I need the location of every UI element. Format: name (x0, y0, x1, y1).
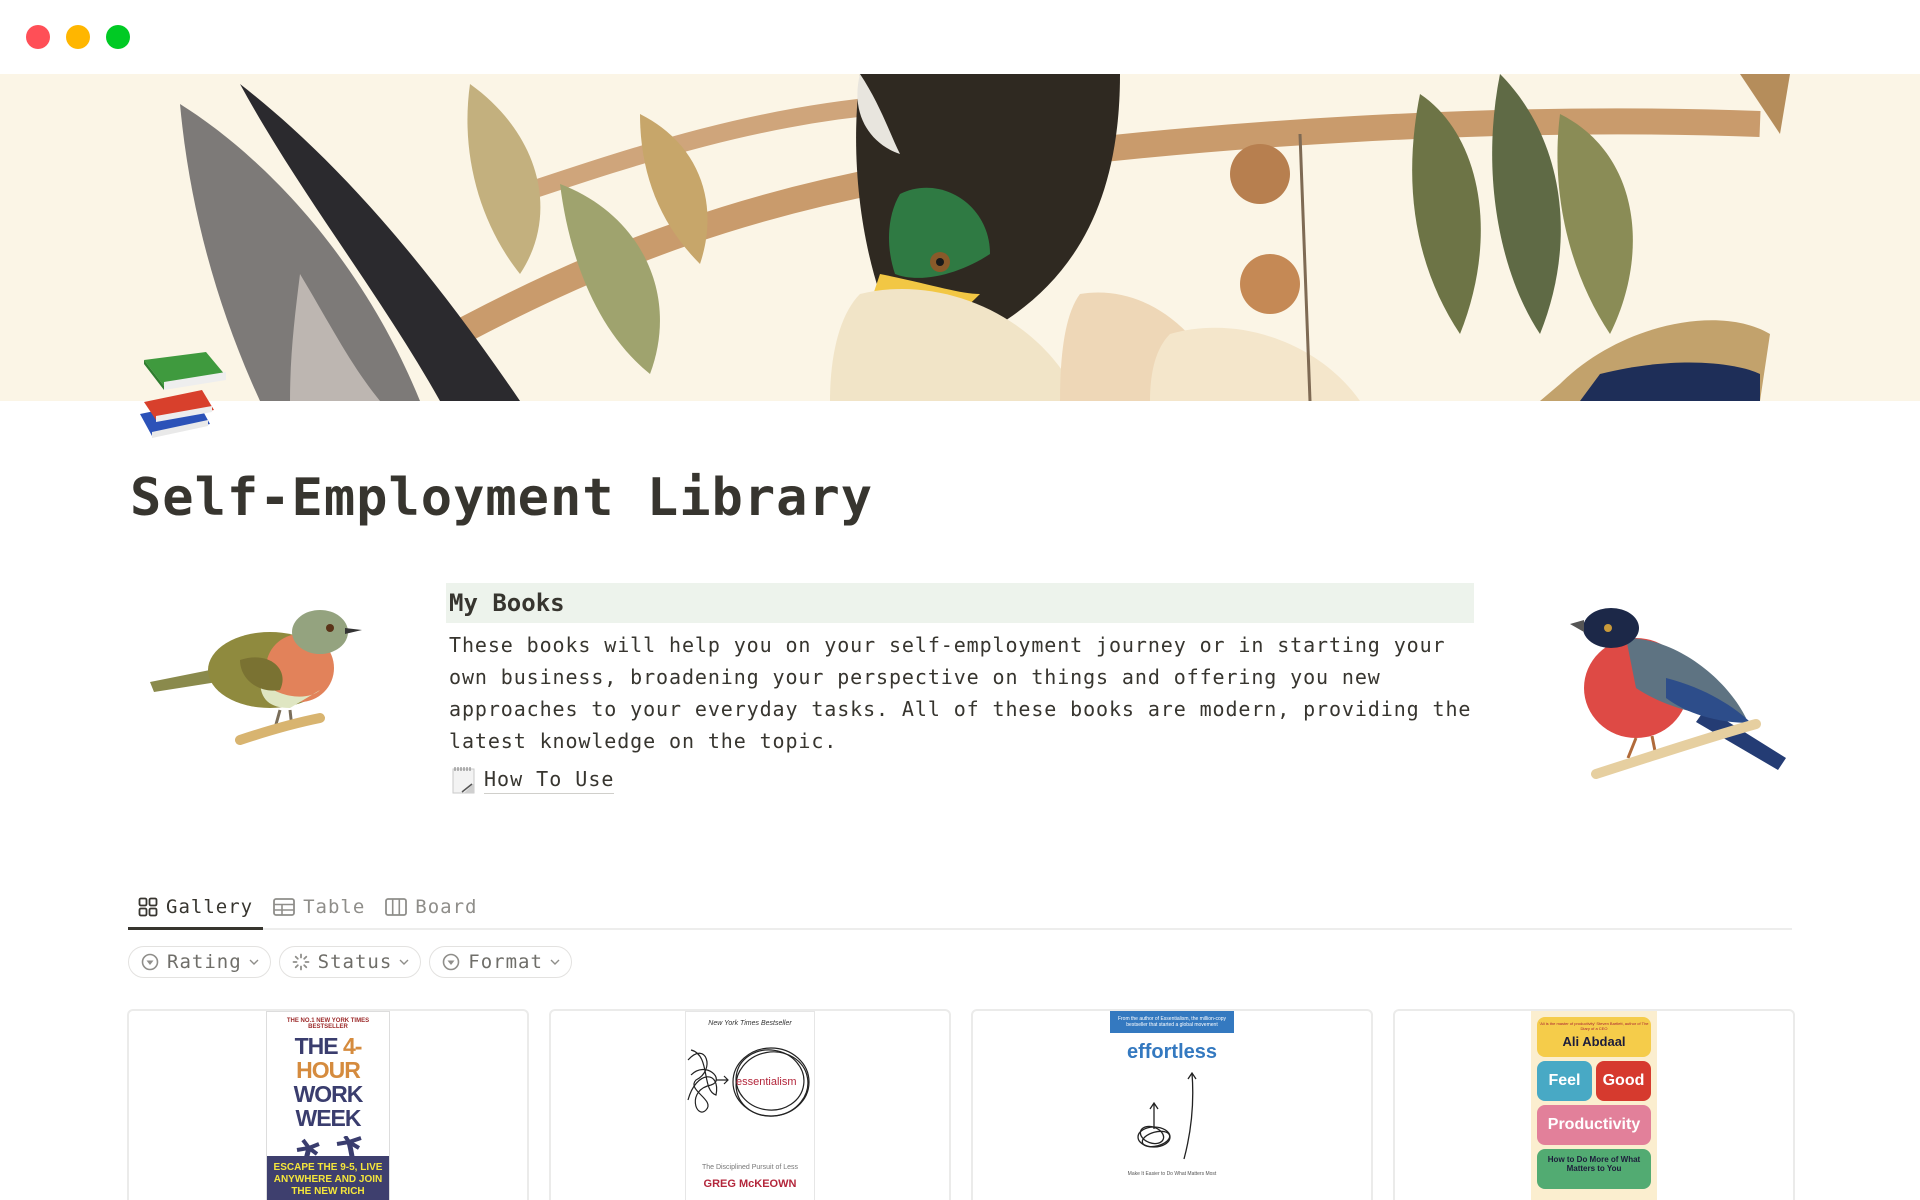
cover-author: Ali Abdaal (1562, 1034, 1626, 1049)
tab-label: Gallery (166, 896, 254, 918)
select-property-icon (141, 953, 159, 971)
filter-rating[interactable]: Rating (128, 946, 271, 978)
minimize-window-button[interactable] (66, 25, 90, 49)
board-icon (385, 898, 408, 916)
robin-illustration (140, 590, 370, 760)
cover-band-text: ESCAPE THE 9-5, LIVE ANYWHERE AND JOIN T… (267, 1156, 389, 1200)
page-title[interactable]: Self-Employment Library (130, 468, 873, 528)
book-cover-4-hour-work-week: THE NO.1 NEW YORK TIMES BESTSELLER THE 4… (266, 1011, 390, 1200)
cover-title: THE 4-HOUR WORK WEEK (293, 1033, 364, 1131)
how-to-use-link[interactable]: How To Use (446, 765, 1474, 794)
gallery-card[interactable]: 'Ali is the master of productivity' Stev… (1393, 1009, 1795, 1200)
intro-callout: My Books These books will help you on yo… (446, 583, 1474, 794)
cover-author-block: 'Ali is the master of productivity' Stev… (1537, 1017, 1651, 1057)
bullfinch-illustration (1556, 598, 1796, 788)
filter-label: Status (317, 951, 393, 973)
gallery-card[interactable]: New York Times Bestseller essentialism T… (549, 1009, 951, 1200)
tab-label: Board (415, 896, 478, 918)
tab-table[interactable]: Table (263, 886, 375, 928)
close-window-button[interactable] (26, 25, 50, 49)
cover-band-text: From the author of Essentialism, the mil… (1110, 1011, 1234, 1033)
chevron-down-icon (550, 959, 560, 965)
chevron-down-icon (249, 959, 259, 965)
arrows-scribble-icon (1137, 1071, 1197, 1160)
gallery-icon (138, 897, 158, 917)
cover-title-word: Feel (1537, 1061, 1592, 1101)
cover-title-word: Good (1596, 1061, 1651, 1101)
books-icon (140, 352, 226, 438)
cover-subtitle: How to Do More of What Matters to You (1537, 1149, 1651, 1189)
cover-author: GREG McKEOWN (703, 1178, 797, 1190)
cover-title-word: Productivity (1537, 1105, 1651, 1145)
cover-title-row: Feel Good (1537, 1061, 1651, 1101)
tab-board[interactable]: Board (375, 886, 487, 928)
gallery-view: THE NO.1 NEW YORK TIMES BESTSELLER THE 4… (127, 1009, 1795, 1200)
notepad-icon (452, 766, 475, 793)
filter-label: Format (468, 951, 543, 973)
cover-subtitle: Make It Easier to Do What Matters Most (1127, 1171, 1217, 1177)
how-to-use-label[interactable]: How To Use (484, 765, 615, 794)
cover-tagline: THE NO.1 NEW YORK TIMES BESTSELLER (286, 1018, 370, 1030)
cover-subtitle: The Disciplined Pursuit of Less (701, 1164, 799, 1171)
maximize-window-button[interactable] (106, 25, 130, 49)
filter-format[interactable]: Format (429, 946, 572, 978)
botanical-bird-illustration (0, 74, 1920, 401)
table-icon (273, 898, 295, 916)
filter-bar: Rating Status Format (128, 946, 572, 978)
filter-label: Rating (167, 951, 242, 973)
window-titlebar (0, 0, 1920, 74)
cover-title: effortless (1126, 1041, 1218, 1063)
status-property-icon (292, 953, 310, 971)
select-property-icon (442, 953, 460, 971)
gallery-card[interactable]: From the author of Essentialism, the mil… (971, 1009, 1373, 1200)
page-icon-books[interactable] (134, 346, 234, 446)
page-cover-image[interactable] (0, 74, 1920, 401)
cover-quote: 'Ali is the master of productivity' Stev… (1539, 1021, 1649, 1031)
gallery-card[interactable]: THE NO.1 NEW YORK TIMES BESTSELLER THE 4… (127, 1009, 529, 1200)
tab-gallery[interactable]: Gallery (128, 886, 264, 930)
chevron-down-icon (399, 959, 409, 965)
intro-description: These books will help you on your self-e… (449, 633, 1472, 753)
cover-tagline: New York Times Bestseller (708, 1020, 792, 1027)
database-view-tabs: Gallery Table Board (128, 886, 1792, 930)
tab-label: Table (303, 896, 366, 918)
book-cover-feel-good-productivity: 'Ali is the master of productivity' Stev… (1531, 1011, 1657, 1200)
filter-status[interactable]: Status (278, 946, 422, 978)
section-heading: My Books (446, 583, 1474, 623)
cover-title: essentialism (736, 1076, 797, 1088)
book-cover-essentialism: New York Times Bestseller essentialism T… (685, 1011, 815, 1200)
book-cover-effortless: From the author of Essentialism, the mil… (1110, 1011, 1234, 1200)
